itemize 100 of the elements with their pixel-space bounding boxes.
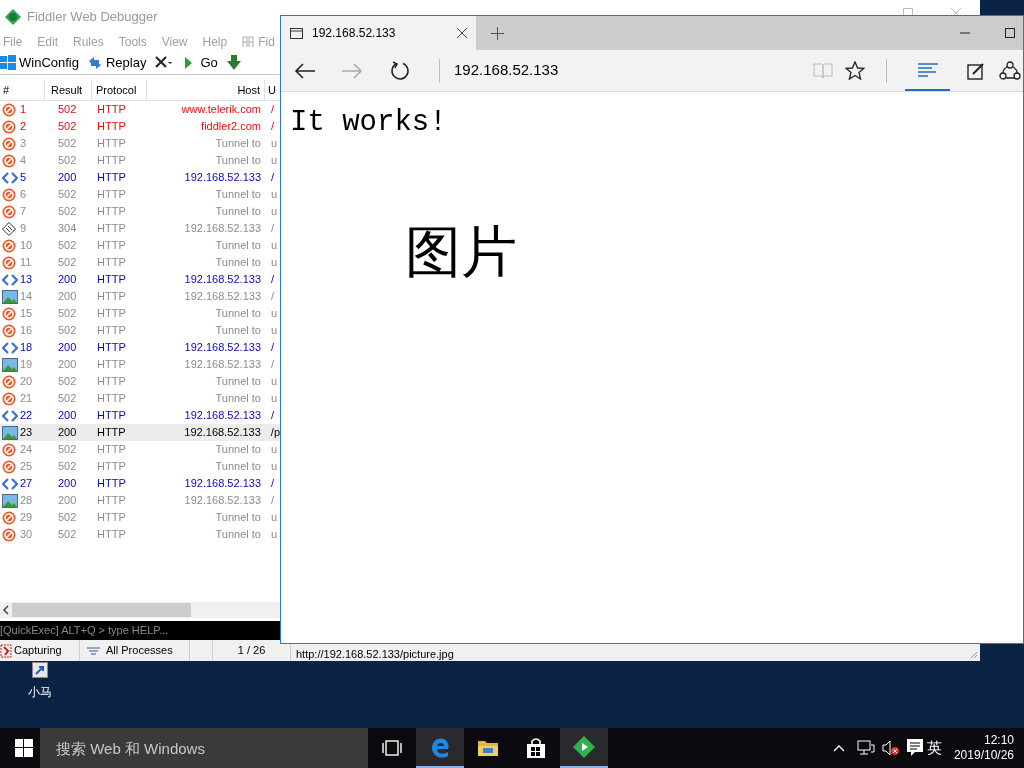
session-row[interactable]: 3 502 HTTP Tunnel to u: [0, 135, 280, 152]
new-tab-icon[interactable]: [491, 26, 504, 40]
session-row[interactable]: 20 502 HTTP Tunnel to u: [0, 373, 280, 390]
capturing-icon[interactable]: [0, 643, 12, 658]
table-cell: 502: [58, 137, 77, 150]
session-row[interactable]: 2 502 HTTP fiddler2.com /: [0, 118, 280, 135]
session-row[interactable]: 14 200 HTTP 192.168.52.133 /: [0, 288, 280, 305]
session-row[interactable]: 29 502 HTTP Tunnel to u: [0, 509, 280, 526]
table-cell: HTTP: [97, 290, 126, 303]
table-cell: /: [271, 273, 275, 286]
menu-item[interactable]: Rules: [73, 32, 104, 51]
taskbar-button[interactable]: [416, 728, 464, 768]
maximize-icon[interactable]: [1005, 28, 1015, 38]
column-header[interactable]: Host: [147, 80, 265, 100]
session-row[interactable]: 22 200 HTTP 192.168.52.133 /: [0, 407, 280, 424]
session-row[interactable]: 9 304 HTTP 192.168.52.133 /: [0, 220, 280, 237]
scrollbar-thumb[interactable]: [12, 603, 191, 617]
status-text: http://192.168.52.133/picture.jpg: [296, 648, 454, 660]
session-row[interactable]: 13 200 HTTP 192.168.52.133 /: [0, 271, 280, 288]
menu-item[interactable]: Tools: [118, 32, 147, 51]
menu-item[interactable]: Fid: [258, 32, 275, 51]
menu-item[interactable]: File: [3, 32, 23, 51]
taskbar-button[interactable]: [560, 728, 608, 768]
image-icon: [2, 493, 18, 508]
column-header[interactable]: Protocol: [92, 80, 147, 100]
table-cell-text: 6: [20, 187, 27, 203]
resize-grip-icon[interactable]: [970, 651, 978, 659]
table-cell-text: Tunnel to: [215, 255, 261, 271]
session-row[interactable]: 30 502 HTTP Tunnel to u: [0, 526, 280, 543]
toolbar-button[interactable]: Go: [181, 52, 218, 74]
session-row[interactable]: 19 200 HTTP 192.168.52.133 /: [0, 356, 280, 373]
refresh-icon[interactable]: [390, 60, 410, 81]
session-row[interactable]: 11 502 HTTP Tunnel to u: [0, 254, 280, 271]
table-cell: u: [271, 528, 278, 541]
command-field[interactable]: [QuickExec] ALT+Q > type HELP...: [0, 622, 280, 639]
table-cell: HTTP: [97, 273, 126, 286]
session-row[interactable]: 16 502 HTTP Tunnel to u: [0, 322, 280, 339]
session-row[interactable]: 4 502 HTTP Tunnel to u: [0, 152, 280, 169]
chevron-up-icon[interactable]: [832, 744, 845, 752]
table-cell-text: 14: [20, 289, 33, 305]
table-cell: HTTP: [97, 341, 126, 354]
table-cell: u: [271, 239, 278, 252]
session-row[interactable]: 23 200 HTTP 192.168.52.133 /p: [0, 424, 280, 441]
desktop-icon-label[interactable]: 小马: [28, 683, 52, 701]
menu-item[interactable]: Help: [202, 32, 228, 51]
table-cell-text: 20: [20, 374, 33, 390]
pen-square-icon[interactable]: [967, 61, 985, 80]
session-row[interactable]: 5 200 HTTP 192.168.52.133 /: [0, 169, 280, 186]
table-cell-text: 13: [20, 272, 33, 288]
column-header[interactable]: U: [265, 80, 276, 100]
status-text[interactable]: Capturing: [14, 642, 62, 659]
session-row[interactable]: 6 502 HTTP Tunnel to u: [0, 186, 280, 203]
start-icon[interactable]: [15, 739, 33, 757]
table-cell: /: [271, 341, 275, 354]
session-row[interactable]: 1 502 HTTP www.telerik.com /: [0, 101, 280, 118]
code-brackets-icon: [2, 340, 18, 355]
table-cell-text: 23: [20, 425, 33, 441]
table-cell-text: 24: [20, 442, 33, 458]
table-cell: 502: [58, 392, 77, 405]
edge-browser-icon: [429, 736, 451, 758]
toolbar-button[interactable]: Replay: [86, 52, 147, 74]
column-header[interactable]: Result: [45, 80, 92, 100]
table-cell-text: 5: [20, 170, 27, 186]
session-row[interactable]: 25 502 HTTP Tunnel to u: [0, 458, 280, 475]
input-method-indicator[interactable]: 英: [926, 736, 942, 760]
session-row[interactable]: 28 200 HTTP 192.168.52.133 /: [0, 492, 280, 509]
notification-icon[interactable]: [906, 739, 923, 757]
table-cell-text: 192.168.52.133: [184, 221, 261, 237]
scroll-left-icon[interactable]: [2, 605, 10, 615]
menu-item[interactable]: View: [161, 32, 188, 51]
menu-item[interactable]: Edit: [37, 32, 59, 51]
shortcut-icon[interactable]: [32, 662, 48, 678]
star-icon[interactable]: [845, 61, 865, 80]
clock-date[interactable]: 2019/10/26: [953, 748, 1014, 763]
clock-time[interactable]: 12:10: [983, 733, 1014, 748]
session-row[interactable]: 7 502 HTTP Tunnel to u: [0, 203, 280, 220]
session-row[interactable]: 10 502 HTTP Tunnel to u: [0, 237, 280, 254]
status-text[interactable]: All Processes: [106, 642, 173, 659]
browser-tab[interactable]: 192.168.52.133: [281, 16, 476, 50]
session-row[interactable]: 18 200 HTTP 192.168.52.133 /: [0, 339, 280, 356]
lines-icon: [917, 62, 938, 77]
session-row[interactable]: 27 200 HTTP 192.168.52.133 /: [0, 475, 280, 492]
diamond-app-icon: [573, 736, 595, 758]
close-icon[interactable]: [457, 28, 467, 38]
session-row[interactable]: 15 502 HTTP Tunnel to u: [0, 305, 280, 322]
session-row[interactable]: 24 502 HTTP Tunnel to u: [0, 441, 280, 458]
search-field[interactable]: 搜索 Web 和 Windows: [40, 728, 368, 768]
table-cell-text: 192.168.52.133: [184, 272, 261, 288]
task-view-icon: [382, 739, 402, 757]
session-row[interactable]: 21 502 HTTP Tunnel to u: [0, 390, 280, 407]
toolbar-button[interactable]: WinConfig: [0, 52, 79, 74]
table-cell-text: 30: [20, 527, 33, 543]
back-icon[interactable]: [294, 61, 316, 80]
table-cell-text: 22: [20, 408, 33, 424]
muted-speaker-icon[interactable]: [880, 740, 899, 756]
network-icon[interactable]: [856, 740, 875, 756]
share-icon[interactable]: [999, 60, 1021, 81]
table-cell: HTTP: [97, 188, 126, 201]
column-header[interactable]: #: [0, 80, 45, 100]
download-arrow-icon[interactable]: [225, 55, 242, 71]
